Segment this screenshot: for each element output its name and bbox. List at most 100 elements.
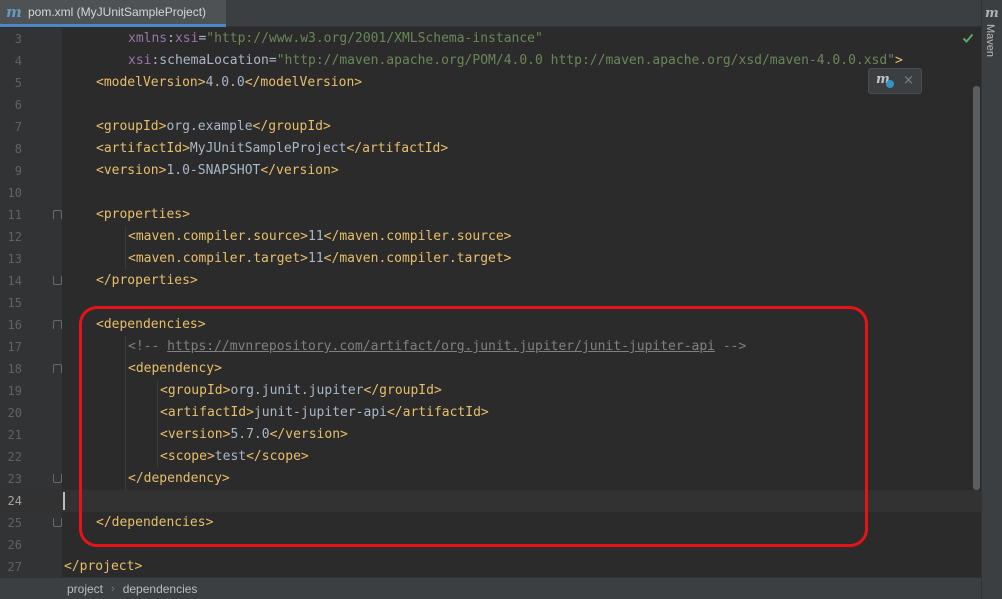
code-token: </project> <box>64 559 143 574</box>
tab-pom-xml[interactable]: m pom.xml (MyJUnitSampleProject) <box>0 0 226 27</box>
breadcrumb-separator: › <box>111 582 115 595</box>
code-text: </properties> <box>96 270 198 292</box>
fold-end-icon[interactable] <box>53 518 62 527</box>
code-token: --> <box>715 339 747 354</box>
fold-end-icon[interactable] <box>53 276 62 285</box>
code-text: <properties> <box>96 204 190 226</box>
line-number: 18 <box>7 362 22 376</box>
code-line[interactable]: 13 <maven.compiler.target>11</maven.compi… <box>0 248 981 270</box>
code-token: org.example <box>166 119 253 134</box>
reload-badge-icon <box>886 80 894 88</box>
code-token: MyJUnitSampleProject <box>189 141 347 156</box>
line-number: 4 <box>14 54 22 68</box>
code-text: </dependencies> <box>96 512 213 534</box>
line-number: 11 <box>7 208 22 222</box>
code-token: > <box>895 53 903 68</box>
code-line[interactable]: 26 <box>0 534 981 556</box>
code-token: <groupId> <box>160 383 231 398</box>
breadcrumb-item-project[interactable]: project <box>67 582 103 596</box>
code-line[interactable]: 19 <groupId>org.junit.jupiter</groupId> <box>0 380 981 402</box>
code-line[interactable]: 5 <modelVersion>4.0.0</modelVersion> <box>0 72 981 94</box>
breadcrumb-item-dependencies[interactable]: dependencies <box>123 582 198 596</box>
line-number: 25 <box>7 516 22 530</box>
maven-tool-window-button[interactable]: Maven <box>984 24 996 57</box>
code-token: </maven.compiler.target> <box>323 251 512 266</box>
code-token: </properties> <box>96 273 198 288</box>
fold-collapse-icon[interactable] <box>53 210 62 219</box>
code-token: <modelVersion> <box>96 75 206 90</box>
code-line[interactable]: 22 <scope>test</scope> <box>0 446 981 468</box>
code-line[interactable]: 17 <!-- https://mvnrepository.com/artifac… <box>0 336 981 358</box>
code-line[interactable]: 20 <artifactId>junit-jupiter-api</artifac… <box>0 402 981 424</box>
code-token: </version> <box>269 427 348 442</box>
code-token: <dependencies> <box>96 317 206 332</box>
editor-tab-bar: m pom.xml (MyJUnitSampleProject) <box>0 0 981 27</box>
code-text: <groupId>org.junit.jupiter</groupId> <box>160 380 442 402</box>
code-token: junit-jupiter-api <box>253 405 387 420</box>
line-number: 15 <box>7 296 22 310</box>
scrollbar-thumb[interactable] <box>973 86 980 490</box>
code-token: <!-- <box>128 339 168 354</box>
code-token: <properties> <box>96 207 190 222</box>
code-token: <version> <box>96 163 167 178</box>
line-number: 19 <box>7 384 22 398</box>
line-number: 6 <box>14 98 22 112</box>
code-line[interactable]: 3 xmlns:xsi="http://www.w3.org/2001/XMLSc… <box>0 28 981 50</box>
code-token: </groupId> <box>252 119 331 134</box>
code-text: </project> <box>64 556 142 577</box>
line-number: 3 <box>14 32 22 46</box>
code-token: xsi <box>174 31 199 46</box>
code-line[interactable]: 16 <dependencies> <box>0 314 981 336</box>
code-line[interactable]: 15 <box>0 292 981 314</box>
line-number: 10 <box>7 186 22 200</box>
comment-link[interactable]: https://mvnrepository.com/artifact/org.j… <box>167 339 715 354</box>
code-token: </artifactId> <box>386 405 489 420</box>
line-number: 14 <box>7 274 22 288</box>
code-line[interactable]: 24 <box>0 490 981 512</box>
right-tool-strip: m Maven <box>981 0 1002 599</box>
fold-collapse-icon[interactable] <box>53 364 62 373</box>
code-token: </maven.compiler.source> <box>323 229 512 244</box>
code-line[interactable]: 7 <groupId>org.example</groupId> <box>0 116 981 138</box>
code-token: <scope> <box>160 449 215 464</box>
close-icon[interactable]: × <box>903 72 914 90</box>
code-line[interactable]: 10 <box>0 182 981 204</box>
code-token: 5.7.0 <box>230 427 270 442</box>
code-text: <dependencies> <box>96 314 206 336</box>
code-text: xsi:schemaLocation="http://maven.apache.… <box>128 50 903 72</box>
code-line[interactable]: 25 </dependencies> <box>0 512 981 534</box>
code-token: xmlns <box>128 31 168 46</box>
line-number: 5 <box>14 76 22 90</box>
code-line[interactable]: 4 xsi:schemaLocation="http://maven.apache… <box>0 50 981 72</box>
code-token: "http://www.w3.org/2001/XMLSchema-instan… <box>206 31 543 46</box>
code-line[interactable]: 27 </project> <box>0 556 981 577</box>
maven-panel-icon[interactable]: m <box>985 6 999 21</box>
maven-reload-popup: m × <box>868 68 922 94</box>
line-number: 8 <box>14 142 22 156</box>
code-token: <version> <box>160 427 231 442</box>
code-text: <maven.compiler.target>11</maven.compile… <box>128 248 512 270</box>
code-token: </modelVersion> <box>244 75 363 90</box>
code-token: <artifactId> <box>160 405 254 420</box>
code-line[interactable]: 8 <artifactId>MyJUnitSampleProject</artif… <box>0 138 981 160</box>
code-line[interactable]: 12 <maven.compiler.source>11</maven.compi… <box>0 226 981 248</box>
fold-end-icon[interactable] <box>53 474 62 483</box>
code-line[interactable]: 18 <dependency> <box>0 358 981 380</box>
code-token: xsi <box>128 53 152 68</box>
code-line[interactable]: 6 <box>0 94 981 116</box>
code-line[interactable]: 14 </properties> <box>0 270 981 292</box>
code-text: <maven.compiler.source>11</maven.compile… <box>128 226 512 248</box>
code-token: 4.0.0 <box>205 75 245 90</box>
code-token: org.junit.jupiter <box>230 383 364 398</box>
code-token: </groupId> <box>363 383 442 398</box>
code-text: <!-- https://mvnrepository.com/artifact/… <box>128 336 746 358</box>
code-line[interactable]: 9 <version>1.0-SNAPSHOT</version> <box>0 160 981 182</box>
code-editor[interactable]: 3 xmlns:xsi="http://www.w3.org/2001/XMLSc… <box>0 28 981 577</box>
code-line[interactable]: 23 </dependency> <box>0 468 981 490</box>
code-line[interactable]: 21 <version>5.7.0</version> <box>0 424 981 446</box>
code-text: <artifactId>MyJUnitSampleProject</artifa… <box>96 138 448 160</box>
fold-collapse-icon[interactable] <box>53 320 62 329</box>
line-number: 23 <box>7 472 22 486</box>
code-line[interactable]: 11 <properties> <box>0 204 981 226</box>
load-maven-changes-button[interactable]: m <box>875 72 895 90</box>
